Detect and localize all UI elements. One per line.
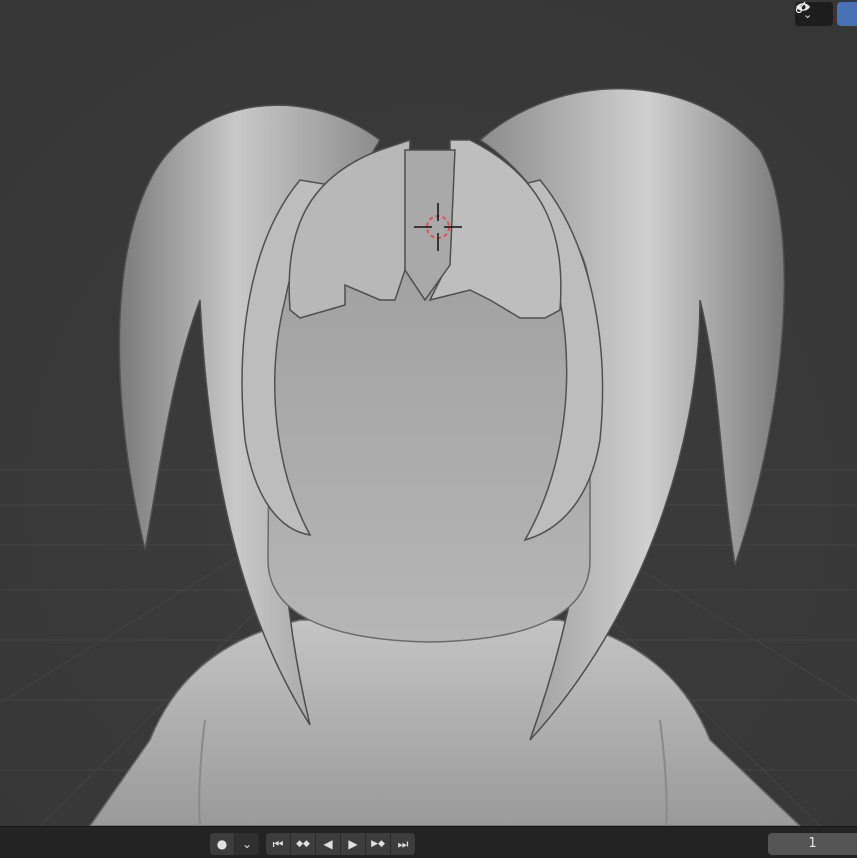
jump-end-icon: ⏭ [397,836,409,851]
chevron-down-icon: ⌄ [241,837,253,851]
play-icon: ▶ [348,837,358,851]
playback-controls: ⏮ ◆◆ ◀ ▶ ▶◆ ⏭ [266,833,415,855]
timeline-header: ● ⌄ ⏮ ◆◆ ◀ ▶ ▶◆ ⏭ 1 [0,826,857,858]
record-button[interactable]: ● [210,833,235,855]
viewport-scene [0,0,857,826]
play-reverse-icon: ◀ [323,837,333,851]
jump-start-icon: ⏮ [272,836,284,851]
next-keyframe-button[interactable]: ▶◆ [366,833,391,855]
overlay-icon [795,1,806,14]
record-icon: ● [216,837,228,851]
overlay-toggle[interactable] [795,1,857,26]
prev-keyframe-button[interactable]: ◆◆ [291,833,316,855]
keying-controls: ● ⌄ [210,833,259,855]
jump-start-button[interactable]: ⏮ [266,833,291,855]
play-reverse-button[interactable]: ◀ [316,833,341,855]
prev-keyframe-icon: ◆◆ [296,839,310,849]
play-button[interactable]: ▶ [341,833,366,855]
next-keyframe-icon: ▶◆ [371,839,385,849]
3d-viewport[interactable]: ⌄ [0,0,857,826]
viewport-overlay-widgets: ⌄ [795,0,857,28]
current-frame-field[interactable]: 1 [768,833,857,855]
jump-end-button[interactable]: ⏭ [391,833,415,855]
keying-dropdown[interactable]: ⌄ [235,833,259,855]
